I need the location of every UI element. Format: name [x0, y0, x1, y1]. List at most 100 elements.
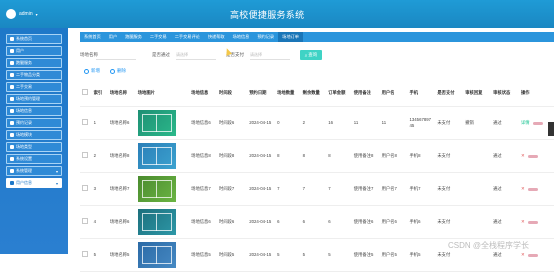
sidebar-item-system-manage[interactable]: 系统管理 ▾: [6, 166, 62, 176]
nav-errand[interactable]: 跑腿服务: [121, 32, 146, 42]
cell-review-reply: [463, 205, 492, 239]
row-checkbox[interactable]: [80, 106, 92, 140]
nav-users[interactable]: 用户: [105, 32, 121, 42]
col-venue-name: 场地名称: [107, 80, 136, 107]
col-venue-qty: 场地数量: [275, 80, 301, 107]
cell-username: 用户名6: [379, 205, 408, 239]
sidebar-item-system-settings[interactable]: 系统设置: [6, 154, 62, 164]
cell-booking-date: 2024-04-15: [247, 205, 276, 239]
cell-venue-info: 场地信息7: [189, 172, 218, 206]
cell-venue-qty: 0: [275, 106, 301, 140]
sidebar-item-label: 二手物品分类: [16, 72, 40, 77]
cell-amount: 6: [326, 205, 352, 239]
nav-venue-info[interactable]: 场地信息: [229, 32, 254, 42]
user-menu[interactable]: admin ▾: [6, 9, 38, 19]
cell-index: 2: [91, 139, 108, 173]
cell-venue-qty: 6: [275, 205, 301, 239]
nav-secondhand[interactable]: 二手交易: [146, 32, 171, 42]
profile-icon: [10, 181, 14, 185]
nav-booking-record[interactable]: 预约记录: [253, 32, 278, 42]
col-amount: 订单金额: [326, 80, 352, 107]
row-checkbox[interactable]: [80, 238, 92, 272]
sidebar-item-home[interactable]: 系统首页: [6, 34, 62, 44]
delete-button[interactable]: [532, 121, 543, 125]
cell-review-status: 通过: [491, 172, 520, 206]
info-icon: [10, 109, 14, 113]
search-icon: ⌕: [304, 52, 308, 58]
detail-link[interactable]: 详情: [521, 120, 530, 126]
table-header-row: 索引 场地名称 场地图片 场地信息 时间段 预约日期 场地数量 剩余数量 订单金…: [80, 80, 554, 107]
col-username: 用户名: [379, 80, 408, 107]
delete-button[interactable]: [527, 220, 538, 224]
row-checkbox[interactable]: [80, 205, 92, 239]
delete-icon[interactable]: ✕: [521, 252, 525, 258]
cell-venue-name: 场地名称8: [107, 139, 136, 173]
type-icon: [10, 145, 14, 149]
cell-paid: 未支付: [435, 172, 464, 206]
cell-venue-name: 场地名称6: [107, 205, 136, 239]
sidebar-item-label: 用户: [16, 48, 24, 53]
search-button[interactable]: ⌕ 查询: [300, 50, 322, 60]
cell-review-reply: [463, 172, 492, 206]
cell-remaining: 5: [300, 238, 327, 272]
cell-review-status: 通过: [491, 106, 520, 140]
sidebar-item-label: 系统设置: [16, 156, 32, 161]
add-button[interactable]: 新增: [84, 67, 100, 75]
sidebar-item-venue-info[interactable]: 场地信息: [6, 106, 62, 116]
nav-secondhand-comments[interactable]: 二手交易评论: [171, 32, 204, 42]
venue-name-input[interactable]: [96, 51, 136, 60]
cell-review-reply: 撤销: [463, 106, 492, 140]
select-all-checkbox[interactable]: [80, 80, 92, 107]
row-checkbox[interactable]: [80, 172, 92, 206]
sidebar-item-user-info[interactable]: 用户信息 ▾: [6, 178, 62, 188]
trash-icon: [110, 68, 115, 74]
paid-select[interactable]: 请选择: [250, 51, 290, 60]
col-note: 使用备注: [351, 80, 380, 107]
col-index: 索引: [91, 80, 108, 107]
user-name: admin: [19, 11, 33, 17]
delete-icon[interactable]: ✕: [521, 153, 525, 159]
sidebar-item-booking-record[interactable]: 预约记录: [6, 118, 62, 128]
sidebar-item-venue-module[interactable]: 场地模块: [6, 130, 62, 140]
cell-amount: 5: [326, 238, 352, 272]
chevron-down-icon: ▾: [55, 180, 58, 186]
col-venue-image: 场地图片: [135, 80, 190, 107]
sidebar-item-secondhand-category[interactable]: 二手物品分类: [6, 70, 62, 80]
delete-button[interactable]: [527, 187, 538, 191]
table-row: 1 场地名称6 场地信息6 时间段6 2024-04-15 0 2 16 11 …: [80, 106, 554, 140]
table-row: 3 场地名称7 场地信息7 时间段7 2024-04-15 7 7 7 使用备注…: [80, 172, 554, 206]
approved-select[interactable]: 请选择: [176, 51, 216, 60]
nav-parcel-pickup[interactable]: 快递帮取: [204, 32, 229, 42]
sidebar-item-label: 系统管理: [16, 168, 32, 173]
sidebar-item-venue-booking[interactable]: 场地预约管理: [6, 94, 62, 104]
top-nav: 系统首页 用户 跑腿服务 二手交易 二手交易评论 快递帮取 场地信息 预约记录 …: [80, 32, 554, 42]
cell-venue-image: [135, 205, 190, 239]
nav-venue-order[interactable]: 场地订单: [278, 32, 303, 42]
delete-icon[interactable]: ✕: [521, 219, 525, 225]
cell-venue-info: 场地信息5: [189, 238, 218, 272]
cell-remaining: 7: [300, 172, 327, 206]
approved-label: 是否通过: [152, 52, 170, 57]
delete-icon[interactable]: ✕: [521, 186, 525, 192]
side-scroll-tab[interactable]: [548, 122, 554, 136]
delete-button[interactable]: [527, 154, 538, 158]
home-icon: [10, 37, 14, 41]
row-checkbox[interactable]: [80, 139, 92, 173]
cell-venue-image: [135, 238, 190, 272]
chevron-down-icon: ▾: [35, 11, 38, 17]
nav-home[interactable]: 系统首页: [80, 32, 105, 42]
table-row: 2 场地名称8 场地信息8 时间段8 2024-04-15 8 8 8 使用备注…: [80, 139, 554, 173]
cell-index: 3: [91, 172, 108, 206]
sidebar-item-label: 用户信息: [16, 180, 32, 185]
batch-delete-button[interactable]: 删除: [110, 67, 126, 75]
sidebar-item-venue-type[interactable]: 场地类型: [6, 142, 62, 152]
add-button-label: 新增: [91, 68, 100, 73]
sidebar-item-users[interactable]: 用户: [6, 46, 62, 56]
system-title: 高校便捷服务系统: [230, 10, 305, 20]
sidebar-item-errand[interactable]: 跑腿服务: [6, 58, 62, 68]
record-icon: [10, 121, 14, 125]
sidebar-item-secondhand-trade[interactable]: 二手交易: [6, 82, 62, 92]
venue-photo: [137, 209, 176, 235]
cell-actions: ✕: [519, 172, 554, 206]
cell-time-slot: 时间段7: [217, 172, 248, 206]
